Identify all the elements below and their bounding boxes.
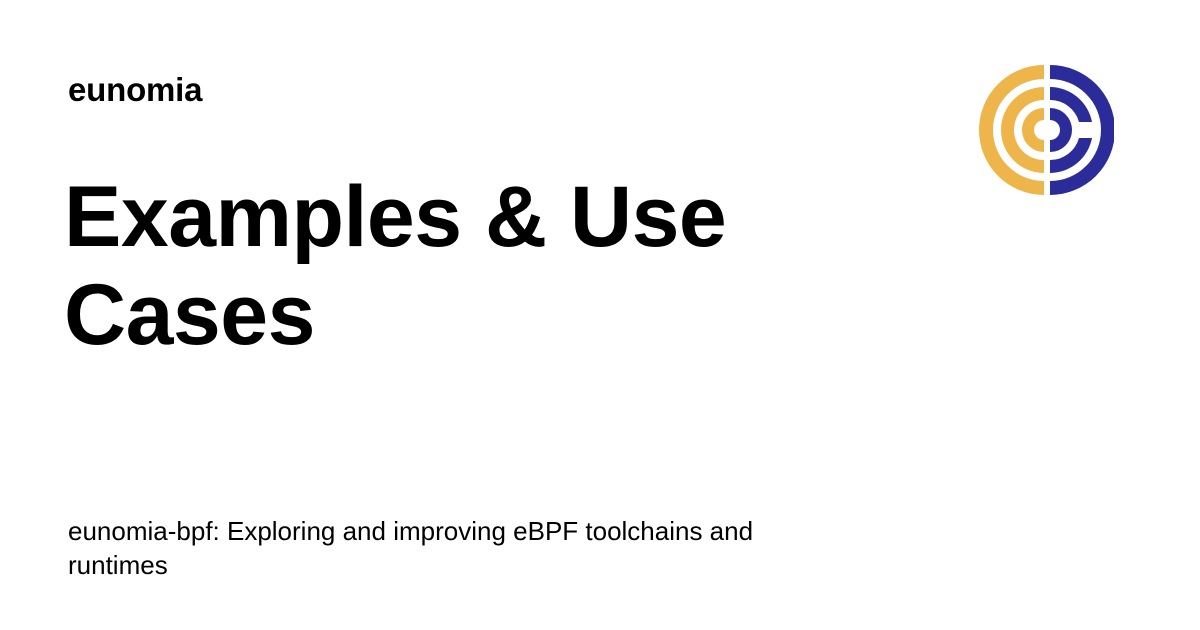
- logo-right-outer-arc: [1050, 65, 1114, 195]
- page-description: eunomia-bpf: Exploring and improving eBP…: [68, 516, 754, 580]
- logo-right-center: [1050, 108, 1072, 152]
- page-title: Examples & Use Cases: [64, 169, 727, 363]
- logo-left-center: [1022, 108, 1044, 152]
- eunomia-logo-icon: [979, 65, 1114, 195]
- site-name: eunomia: [68, 71, 203, 108]
